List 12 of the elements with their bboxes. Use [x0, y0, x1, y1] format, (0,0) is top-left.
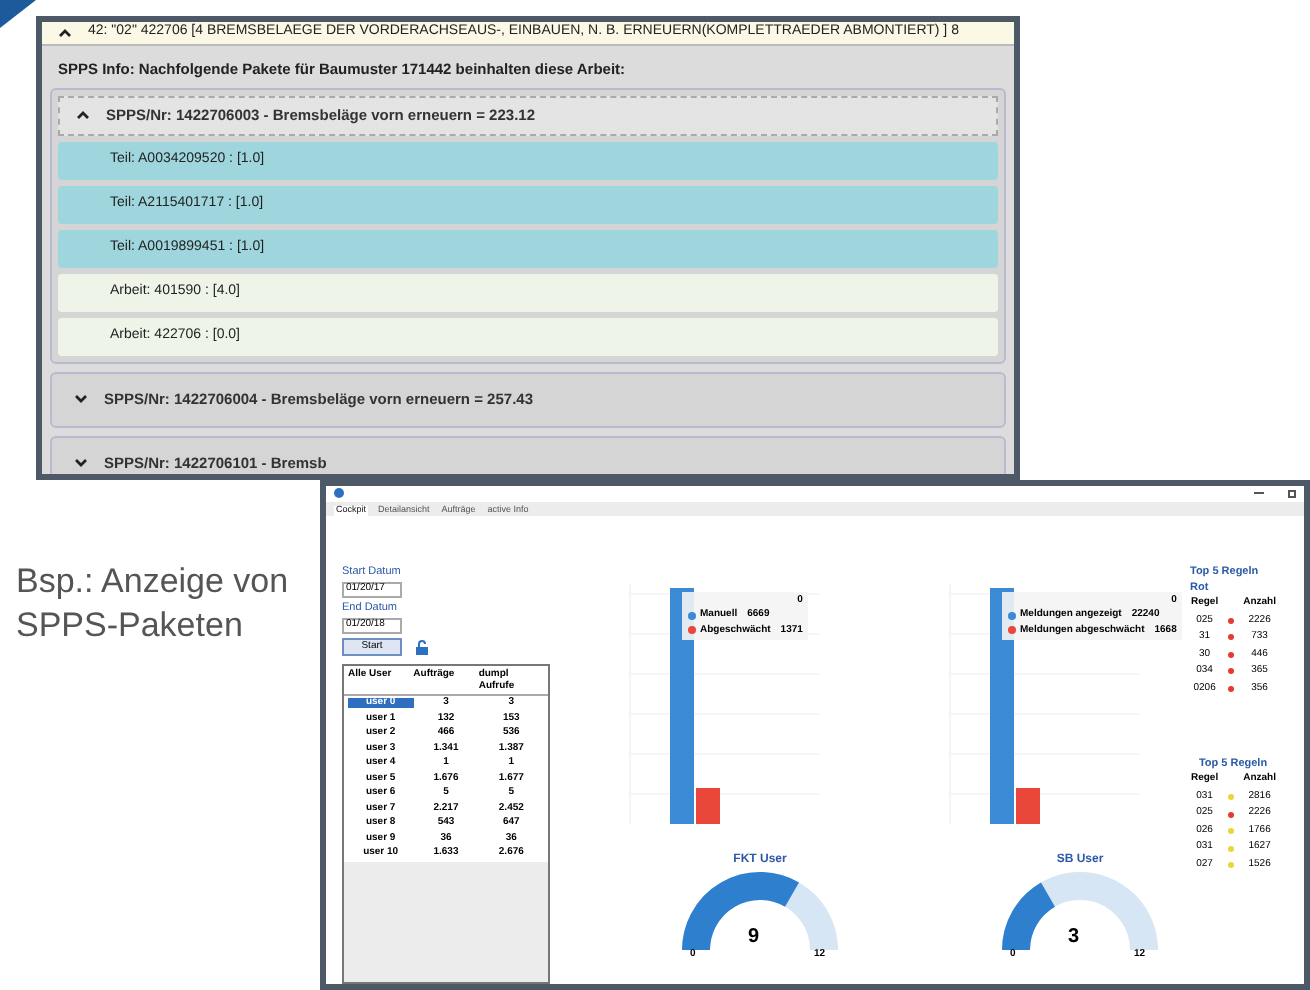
caption: Bsp.: Anzeige von SPPS-Paketen — [16, 560, 291, 648]
chevron-down-icon — [74, 394, 88, 405]
minimize-icon[interactable] — [1254, 492, 1264, 495]
gauge-value: 9 — [748, 923, 760, 951]
gauge-value: 3 — [1068, 923, 1080, 951]
app-icon — [334, 488, 344, 499]
corner-triangle — [0, 0, 36, 28]
chevron-up-icon — [76, 110, 90, 121]
maximize-icon[interactable] — [1288, 489, 1296, 498]
chevron-up-icon — [58, 27, 72, 38]
chevron-down-icon — [74, 458, 88, 469]
lock-icon[interactable] — [414, 639, 430, 655]
